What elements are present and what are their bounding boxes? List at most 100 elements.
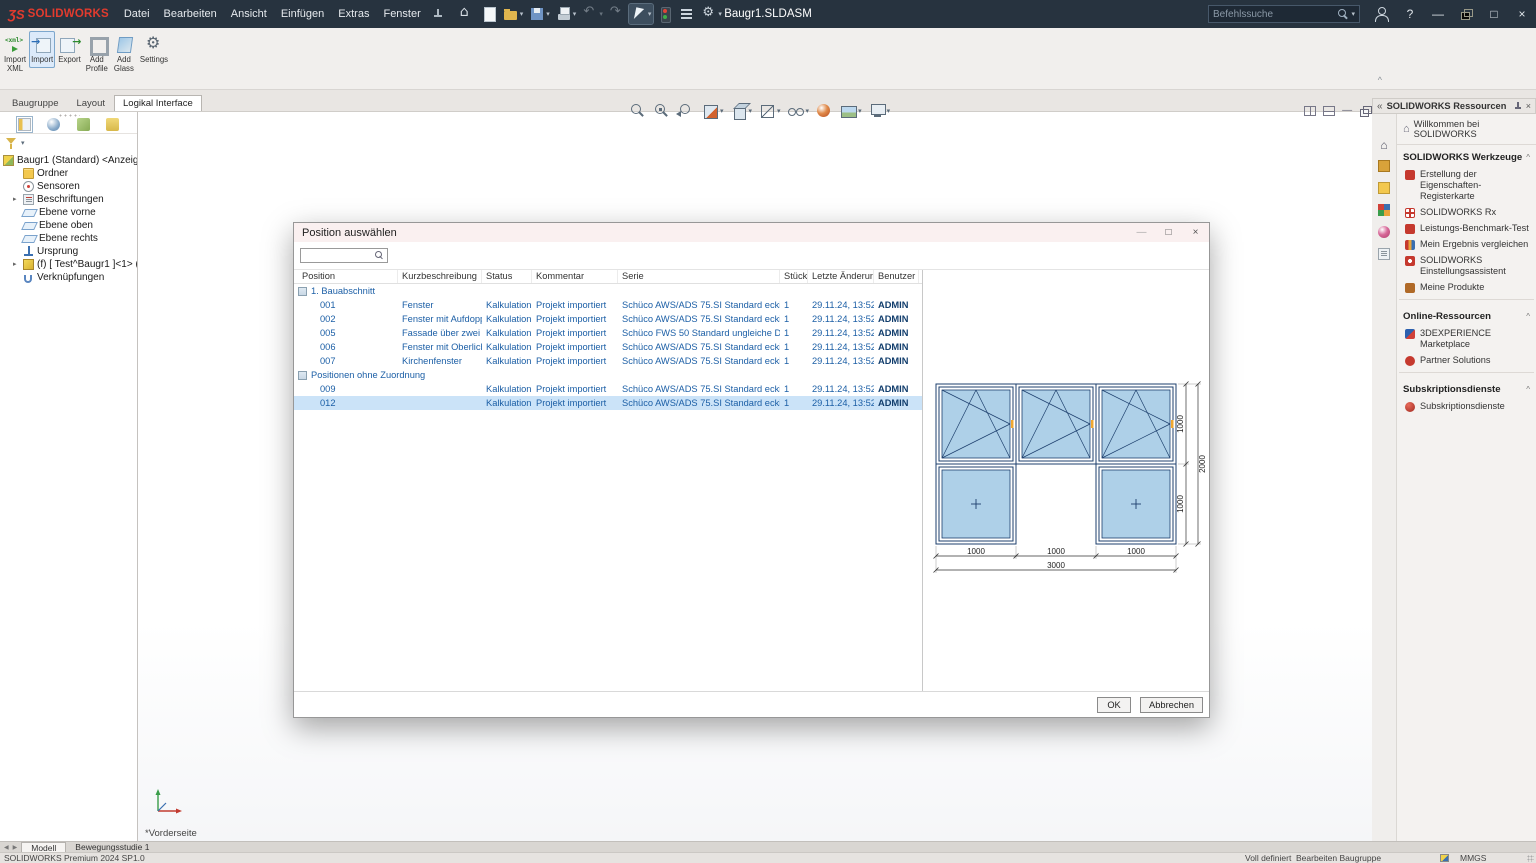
zoom-fit-button[interactable] — [628, 101, 648, 121]
expand-icon[interactable]: ▸ — [13, 193, 23, 206]
position-row[interactable]: 005Fassade über zwei Sto...KalkulationPr… — [294, 326, 922, 340]
position-row[interactable]: 006Fenster mit OberlichtKalkulationProje… — [294, 340, 922, 354]
chevron-up-icon[interactable]: ^ — [1526, 385, 1530, 394]
view-settings-button[interactable]: ▾ — [867, 101, 892, 121]
search-icon[interactable] — [1336, 7, 1350, 21]
collapse-taskpane-icon[interactable]: « — [1377, 101, 1383, 112]
properties-button[interactable] — [677, 4, 697, 24]
section-header-solidworks-werkzeuge[interactable]: SOLIDWORKS Werkzeuge^ — [1397, 145, 1536, 166]
position-row[interactable]: 009KalkulationProjekt importiertSchüco A… — [294, 382, 922, 396]
doc-minimize-icon[interactable]: — — [1342, 103, 1352, 119]
open-button[interactable]: ▾ — [501, 4, 526, 24]
section-view-button[interactable]: ▾ — [700, 101, 725, 121]
add-glass-button[interactable]: AddGlass — [111, 31, 137, 77]
menu-ansicht[interactable]: Ansicht — [224, 8, 274, 20]
import-xml-button[interactable]: ImportXML — [2, 31, 28, 77]
taskpane-item-leistungs-benchmark-test[interactable]: Leistungs-Benchmark-Test — [1397, 220, 1536, 236]
document-properties-icon[interactable] — [1378, 248, 1390, 260]
orientation-button[interactable]: ▾ — [729, 101, 754, 121]
filter-caret-icon[interactable]: ▾ — [21, 139, 25, 147]
previous-view-button[interactable] — [676, 101, 696, 121]
configuration-pane-icon[interactable] — [106, 118, 119, 131]
split-vertical-icon[interactable] — [1304, 106, 1316, 116]
tree-item[interactable]: Ordner — [0, 167, 137, 180]
position-row[interactable]: 012KalkulationProjekt importiertSchüco A… — [294, 396, 922, 410]
dialog-minimize-icon[interactable]: — — [1128, 223, 1155, 242]
column-header-letzte-nderung[interactable]: Letzte Änderung — [808, 270, 874, 283]
column-header-status[interactable]: Status — [482, 270, 532, 283]
restore-button[interactable] — [1452, 0, 1480, 28]
dialog-search-box[interactable] — [300, 248, 388, 263]
filter-icon[interactable] — [4, 136, 18, 150]
select-button[interactable]: ▾ — [629, 4, 654, 24]
print-button[interactable]: ▾ — [554, 4, 579, 24]
zoom-area-button[interactable] — [652, 101, 672, 121]
export-button[interactable]: Export — [56, 31, 83, 68]
taskpane-item-meine-produkte[interactable]: Meine Produkte — [1397, 279, 1536, 295]
scene-button[interactable]: ▾ — [838, 101, 863, 121]
import-button[interactable]: Import — [29, 31, 55, 68]
tree-item[interactable]: Verknüpfungen — [0, 271, 137, 284]
panel-splitter[interactable] — [58, 114, 80, 117]
settings-button[interactable]: Settings — [138, 31, 170, 68]
taskpane-item-3dexperience-marketplace[interactable]: 3DEXPERIENCE Marketplace — [1397, 325, 1536, 352]
chevron-up-icon[interactable]: ^ — [1526, 312, 1530, 321]
appearance-button[interactable] — [814, 101, 834, 121]
help-button[interactable]: ? — [1396, 0, 1424, 28]
taskpane-item-partner-solutions[interactable]: Partner Solutions — [1397, 352, 1536, 368]
column-header-position[interactable]: Position — [294, 270, 398, 283]
section-header-subskriptionsdienste[interactable]: Subskriptionsdienste^ — [1397, 377, 1536, 398]
ok-button[interactable]: OK — [1097, 697, 1131, 713]
redo-button[interactable] — [607, 4, 627, 24]
model-tab-bewegungsstudie-1[interactable]: Bewegungsstudie 1 — [66, 842, 158, 852]
position-search-input[interactable] — [304, 251, 374, 261]
menu-einf-gen[interactable]: Einfügen — [274, 8, 331, 20]
tab-scroll-right-icon[interactable]: ▶ — [13, 844, 18, 851]
tab-logikal-interface[interactable]: Logikal Interface — [114, 95, 202, 111]
appearances-icon[interactable] — [1378, 226, 1390, 238]
design-library-icon[interactable] — [1378, 160, 1390, 172]
tab-baugruppe[interactable]: Baugruppe — [3, 95, 67, 111]
welcome-link[interactable]: ⌂ Willkommen bei SOLIDWORKS — [1397, 114, 1536, 145]
view-palette-icon[interactable] — [1378, 204, 1390, 216]
display-style-button[interactable]: ▾ — [757, 101, 782, 121]
menu-bearbeiten[interactable]: Bearbeiten — [157, 8, 224, 20]
pin-icon[interactable] — [1513, 101, 1523, 111]
lights-button[interactable] — [655, 4, 675, 24]
search-input[interactable] — [1213, 9, 1336, 20]
expand-icon[interactable]: ▸ — [13, 258, 23, 271]
close-button[interactable]: × — [1508, 0, 1536, 28]
position-row[interactable]: 001FensterKalkulationProjekt importiertS… — [294, 298, 922, 312]
taskpane-item-solidworks-rx[interactable]: SOLIDWORKS Rx — [1397, 204, 1536, 220]
tree-item[interactable]: Ebene vorne — [0, 206, 137, 219]
resize-grip[interactable] — [1527, 855, 1534, 862]
hide-show-button[interactable]: ▾ — [786, 101, 811, 121]
position-row[interactable]: 002Fenster mit Aufdoppl...KalkulationPro… — [294, 312, 922, 326]
command-search[interactable]: ▾ — [1208, 5, 1360, 23]
chevron-up-icon[interactable]: ^ — [1526, 153, 1530, 162]
file-explorer-icon[interactable] — [1378, 182, 1390, 194]
doc-restore-icon[interactable] — [1359, 105, 1371, 117]
tree-item[interactable]: Sensoren — [0, 180, 137, 193]
search-icon[interactable] — [374, 250, 385, 261]
split-horizontal-icon[interactable] — [1323, 106, 1335, 116]
display-pane-icon[interactable] — [47, 118, 60, 131]
tree-item[interactable]: Ursprung — [0, 245, 137, 258]
save-button[interactable]: ▾ — [527, 4, 552, 24]
taskpane-item-subskriptionsdienste[interactable]: Subskriptionsdienste — [1397, 398, 1536, 414]
property-pane-icon[interactable] — [77, 118, 90, 131]
position-row[interactable]: 007KirchenfensterKalkulationProjekt impo… — [294, 354, 922, 368]
dialog-close-icon[interactable]: × — [1182, 223, 1209, 242]
minimize-button[interactable]: — — [1424, 0, 1452, 28]
home-icon[interactable]: ⌂ — [1380, 140, 1387, 150]
menu-datei[interactable]: Datei — [117, 8, 157, 20]
tree-item[interactable]: Baugr1 (Standard) <Anzeigestatus-1> — [0, 154, 137, 167]
taskpane-item-mein-ergebnis-vergleichen[interactable]: Mein Ergebnis vergleichen — [1397, 236, 1536, 252]
column-header-serie[interactable]: Serie — [618, 270, 780, 283]
taskpane-item-erstellung-der-eigenschaften-registerkarte[interactable]: Erstellung der Eigenschaften-Registerkar… — [1397, 166, 1536, 204]
group-row[interactable]: 1. Bauabschnitt — [294, 284, 922, 298]
menu-pin-icon[interactable] — [432, 8, 444, 20]
tab-layout[interactable]: Layout — [67, 95, 114, 111]
model-tab-modell[interactable]: Modell — [21, 842, 66, 852]
ribbon-collapse-button[interactable]: ^ — [1372, 73, 1388, 87]
